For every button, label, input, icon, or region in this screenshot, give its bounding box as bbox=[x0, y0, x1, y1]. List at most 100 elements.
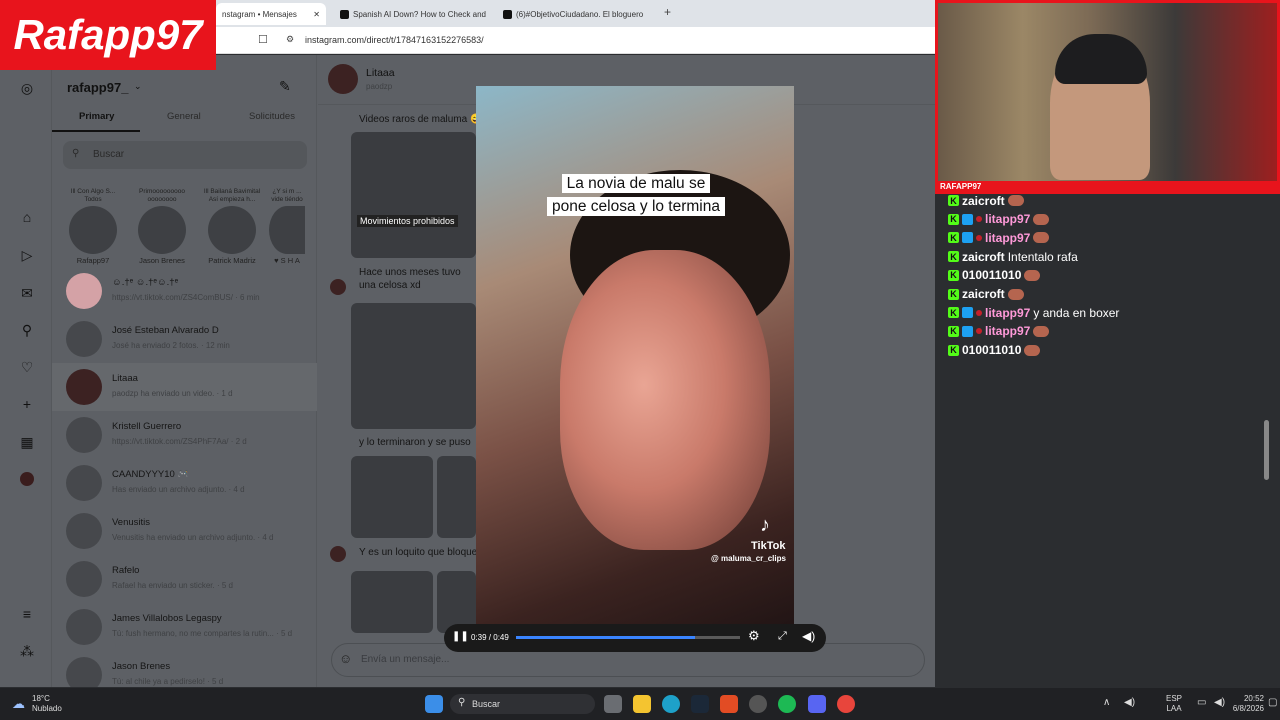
windows-start-icon[interactable] bbox=[425, 695, 443, 713]
menu-icon[interactable]: ≡ bbox=[18, 605, 36, 623]
chat-line: Kzaicroft Intentalo rafa bbox=[948, 248, 1078, 265]
chat-username[interactable]: 010011010 bbox=[962, 268, 1021, 282]
create-icon[interactable]: + bbox=[18, 395, 36, 413]
url-field[interactable]: instagram.com/direct/t/17847163152276583… bbox=[305, 35, 484, 45]
conversation-item[interactable]: José Esteban Alvarado D José ha enviado 2… bbox=[66, 319, 306, 361]
chat-line: Kzaicroft bbox=[948, 286, 1024, 303]
video-thumbnail[interactable] bbox=[351, 456, 433, 538]
chat-username[interactable]: litapp97 bbox=[985, 212, 1030, 226]
weather-temp: 18°C bbox=[32, 694, 50, 703]
tab-underline bbox=[52, 130, 140, 132]
chat-contact-name[interactable]: Litaaa bbox=[366, 67, 395, 79]
messages-icon[interactable]: ✉ bbox=[18, 284, 36, 302]
search-icon[interactable]: ⚲ bbox=[18, 321, 36, 339]
chat-username[interactable]: litapp97 bbox=[985, 324, 1030, 338]
conversation-item-active[interactable]: Litaaa paodzp ha enviado un video. · 1 d bbox=[66, 367, 306, 409]
search-icon: ⚲ bbox=[72, 148, 80, 159]
tab-spanish-ai[interactable]: Spanish AI Down? How to Check and bbox=[334, 3, 494, 25]
conversation-item[interactable]: ☺.†ᵉ ☺.†ᵉ☺.†ᵉ https://vt.tiktok.com/ZS4Co… bbox=[66, 271, 306, 313]
chat-username[interactable]: zaicroft bbox=[962, 194, 1005, 208]
volume-icon[interactable]: ◀) bbox=[1214, 697, 1225, 708]
volume-icon[interactable]: ◀) bbox=[802, 629, 815, 643]
chat-line: Klitapp97 bbox=[948, 323, 1050, 340]
story-item[interactable]: Primooooooooo oooooooo Jason Brenes bbox=[132, 188, 192, 265]
clock-time: 20:52 bbox=[1243, 694, 1264, 703]
username[interactable]: rafapp97_ bbox=[67, 80, 128, 95]
speaker-icon[interactable]: ◀) bbox=[1124, 697, 1135, 708]
conversation-preview: Tú: al chile ya a pedirselo! · 5 d bbox=[112, 677, 224, 686]
story-item[interactable]: Ill Con Algo S... Todos Rafapp97 bbox=[63, 188, 123, 265]
chat-username[interactable]: zaicroft bbox=[962, 250, 1005, 264]
emoji-icon[interactable]: ☺ bbox=[339, 651, 352, 666]
emote-icon bbox=[1033, 325, 1050, 337]
new-tab-button[interactable]: + bbox=[664, 5, 671, 19]
pause-icon[interactable]: ❚❚ bbox=[452, 631, 469, 642]
kick-badge-icon: K bbox=[948, 269, 959, 281]
chat-message: y anda en boxer bbox=[1033, 305, 1120, 320]
story-item[interactable]: ¿Y si m ... vide tiéndo ♥ S H A bbox=[266, 188, 308, 265]
brave-icon[interactable] bbox=[720, 695, 738, 713]
steam-icon[interactable] bbox=[691, 695, 709, 713]
kick-badge-icon: K bbox=[948, 251, 959, 263]
compose-icon[interactable]: ✎ bbox=[279, 78, 291, 95]
chat-username[interactable]: litapp97 bbox=[985, 231, 1030, 245]
chat-line: Klitapp97 bbox=[948, 229, 1050, 246]
video-thumbnail[interactable] bbox=[351, 132, 476, 258]
taskbar-search[interactable]: Buscar bbox=[450, 694, 595, 714]
conversation-item[interactable]: CAANDYYY10 🎮 Has enviado un archivo adjun… bbox=[66, 463, 306, 505]
avatar[interactable] bbox=[328, 64, 358, 94]
profile-avatar[interactable] bbox=[18, 470, 36, 488]
network-icon[interactable]: ▭ bbox=[1197, 697, 1206, 708]
cloud-icon: ☁ bbox=[12, 696, 25, 711]
instagram-icon[interactable]: ◎ bbox=[18, 79, 36, 97]
chat-username[interactable]: zaicroft bbox=[962, 287, 1005, 301]
file-explorer-icon[interactable] bbox=[633, 695, 651, 713]
avatar bbox=[66, 609, 102, 645]
chevron-down-icon[interactable]: ⌄ bbox=[134, 81, 142, 92]
tab-solicitudes[interactable]: Solicitudes bbox=[249, 111, 295, 122]
video-progress-track[interactable] bbox=[516, 636, 740, 639]
story-name: Rafapp97 bbox=[76, 256, 110, 265]
chevron-up-icon[interactable]: ∧ bbox=[1103, 697, 1110, 708]
clock[interactable]: 20:52 6/8/2026 bbox=[1228, 694, 1264, 714]
home-icon[interactable]: ⌂ bbox=[18, 208, 36, 226]
edge-icon[interactable] bbox=[662, 695, 680, 713]
spotify-icon[interactable] bbox=[778, 695, 796, 713]
video-thumbnail[interactable] bbox=[437, 456, 476, 538]
tab-instagram[interactable]: nstagram • Mensajes ✕ bbox=[216, 3, 326, 25]
chat-line: K 010011010 bbox=[948, 267, 1041, 284]
obs-icon[interactable] bbox=[749, 695, 767, 713]
story-item[interactable]: Ill Bailaná Bavimital Así empieza h... Pa… bbox=[202, 188, 262, 265]
streamer-label: RAFAPP97 bbox=[940, 182, 982, 191]
discord-icon[interactable] bbox=[808, 695, 826, 713]
fullscreen-icon[interactable]: ⤢ bbox=[778, 630, 787, 643]
video-thumbnail[interactable] bbox=[351, 571, 433, 633]
language-indicator[interactable]: ESP LAA bbox=[1166, 694, 1182, 714]
close-icon[interactable]: ✕ bbox=[313, 10, 320, 19]
heart-icon[interactable]: ♡ bbox=[18, 358, 36, 376]
weather-widget[interactable]: 18°C Nublado bbox=[32, 694, 62, 714]
scrollbar[interactable] bbox=[1264, 420, 1269, 480]
conversation-item[interactable]: Jason Brenes Tú: al chile ya a pedirselo!… bbox=[66, 655, 306, 687]
chrome-icon[interactable] bbox=[837, 695, 855, 713]
tab-general[interactable]: General bbox=[167, 111, 201, 122]
stats-icon[interactable]: ▦ bbox=[18, 433, 36, 451]
settings-icon[interactable]: ⚙ bbox=[748, 628, 760, 644]
chat-username[interactable]: 010011010 bbox=[962, 343, 1021, 357]
conversation-item[interactable]: Rafelo Rafael ha enviado un sticker. · 5 … bbox=[66, 559, 306, 601]
bookmark-icon[interactable]: ☐ bbox=[258, 33, 268, 46]
tab-objetivo[interactable]: (6)#ObjetivoCiudadano. El bloguero bbox=[497, 3, 657, 25]
apps-icon[interactable]: ⁂ bbox=[18, 642, 36, 660]
task-view-icon[interactable] bbox=[604, 695, 622, 713]
video-thumbnail[interactable] bbox=[351, 303, 476, 429]
tab-primary[interactable]: Primary bbox=[79, 111, 114, 122]
conversation-name: Litaaa bbox=[112, 373, 138, 384]
site-info-icon[interactable]: ⚙ bbox=[286, 34, 294, 45]
chat-username[interactable]: litapp97 bbox=[985, 306, 1030, 320]
search-box[interactable]: ⚲ Buscar bbox=[63, 141, 307, 169]
reels-icon[interactable]: ▷ bbox=[18, 246, 36, 264]
conversation-item[interactable]: Venusitis Venusitis ha enviado un archivo… bbox=[66, 511, 306, 553]
notification-icon[interactable]: ▢ bbox=[1268, 697, 1277, 708]
conversation-item[interactable]: James Villalobos Legaspy Tú: fush hermano… bbox=[66, 607, 306, 649]
conversation-item[interactable]: Kristell Guerrero https://vt.tiktok.com/Z… bbox=[66, 415, 306, 457]
